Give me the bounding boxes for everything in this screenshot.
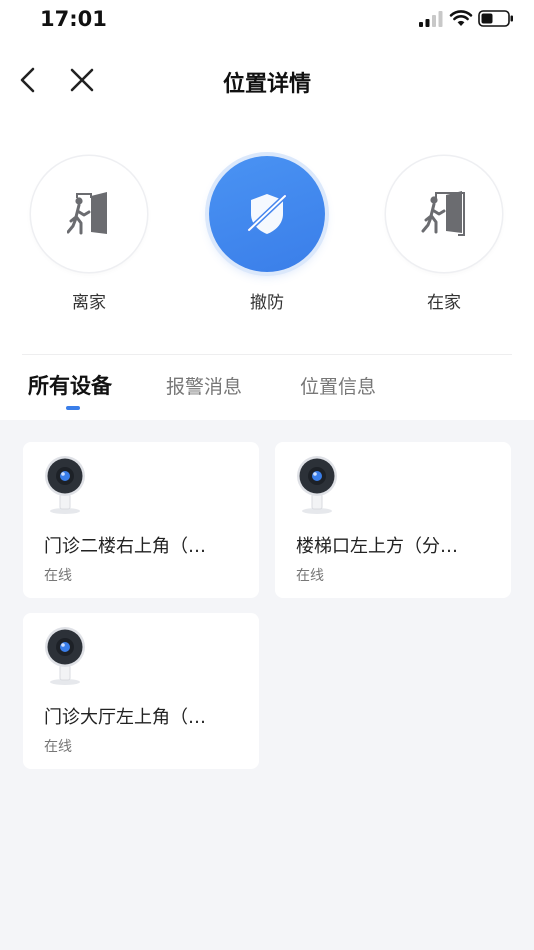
mode-disarm-button[interactable]: 撤防 [209,156,325,313]
tab-active-indicator [66,406,80,410]
tab-all-devices[interactable]: 所有设备 [28,370,112,400]
status-time: 17:01 [40,7,107,31]
at-home-icon [421,191,465,236]
leave-home-icon [67,192,107,235]
camera-icon [297,456,337,514]
device-status: 在线 [296,568,324,584]
tab-bar: 所有设备 报警消息 位置信息 [0,370,534,418]
device-card[interactable]: 门诊二楼右上角（… 在线 [23,442,259,598]
wifi-icon [449,10,473,26]
device-card[interactable]: 楼梯口左上方（分… 在线 [275,442,511,598]
nav-bar: 位置详情 [0,56,534,106]
battery-icon [478,10,513,27]
mode-disarm-label: 撤防 [250,293,284,313]
mode-away-button[interactable]: 离家 [31,156,147,313]
device-name: 楼梯口左上方（分… [296,536,458,557]
device-name: 门诊大厅左上角（… [44,707,206,728]
mode-home-label: 在家 [427,293,461,313]
cellular-signal-icon [419,11,443,27]
tab-location-info[interactable]: 位置信息 [300,372,376,399]
mode-disarm-circle [209,156,325,272]
mode-home-button[interactable]: 在家 [386,156,502,313]
device-status: 在线 [44,568,72,584]
disarm-shield-icon [246,193,288,234]
camera-icon [45,627,85,685]
mode-away-circle [31,156,147,272]
tab-alarm-messages[interactable]: 报警消息 [166,372,242,399]
device-name: 门诊二楼右上角（… [44,536,206,557]
status-bar: 17:01 [0,0,534,40]
mode-home-circle [386,156,502,272]
header-panel: 17:01 位置详情 离家 撤防 在家 所有设备 报警消息 位置信息 [0,0,534,420]
divider [22,354,512,355]
device-card[interactable]: 门诊大厅左上角（… 在线 [23,613,259,769]
page-title: 位置详情 [222,72,311,97]
camera-icon [45,456,85,514]
device-status: 在线 [44,739,72,755]
mode-away-label: 离家 [72,293,106,313]
